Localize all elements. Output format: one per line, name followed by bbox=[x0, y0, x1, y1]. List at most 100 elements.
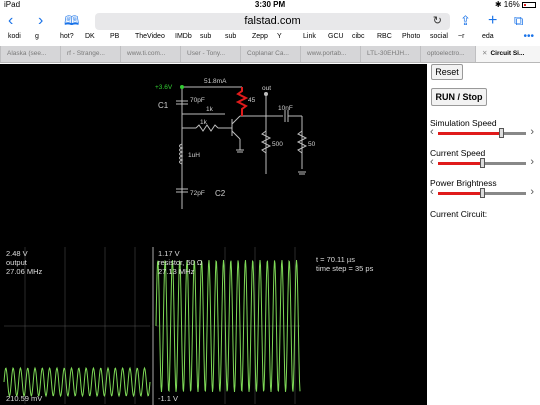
chevron-right-icon[interactable]: › bbox=[530, 125, 534, 139]
reload-icon[interactable]: ↻ bbox=[433, 13, 442, 30]
reset-button[interactable]: Reset bbox=[431, 64, 463, 80]
r3-value: 1k bbox=[200, 119, 208, 126]
scope-resistor[interactable]: 1.17 V resistor, 50 Ω 27.13 MHz -1.1 V bbox=[155, 247, 301, 404]
bookmark-item[interactable]: ~r bbox=[458, 33, 464, 40]
tab-title: www.portab... bbox=[307, 50, 347, 57]
address-bar[interactable]: falstad.com ↻ bbox=[95, 13, 450, 30]
rload1-value: 500 bbox=[272, 141, 283, 148]
bookmark-item[interactable]: kodi bbox=[8, 33, 21, 40]
bookmark-item[interactable]: Y bbox=[277, 33, 282, 40]
bookmark-item[interactable]: Zepp bbox=[252, 33, 268, 40]
bookmark-item[interactable]: social bbox=[430, 33, 448, 40]
bookmark-item[interactable]: Photo bbox=[402, 33, 420, 40]
bookmark-item[interactable]: GCU bbox=[328, 33, 344, 40]
bookmark-item[interactable]: eda bbox=[482, 33, 494, 40]
bookmark-item[interactable]: DK bbox=[85, 33, 95, 40]
out-terminal bbox=[264, 92, 268, 96]
sim-timestep: time step = 35 ps bbox=[316, 264, 374, 273]
circuit-canvas[interactable]: +3.6V 51.8mA C1 70pF 45 1k 1k 1uH 72pF C… bbox=[0, 64, 427, 405]
forward-arrow-icon[interactable]: › bbox=[38, 12, 43, 30]
browser-tab[interactable]: www.ti.com... bbox=[120, 46, 180, 62]
c1-name: C1 bbox=[158, 101, 169, 110]
current-speed-thumb[interactable] bbox=[480, 158, 485, 168]
chevron-right-icon[interactable]: › bbox=[530, 155, 534, 169]
sim-time: t = 70.11 µs bbox=[316, 255, 355, 264]
scope1-top-voltage: 2.48 V bbox=[6, 249, 28, 258]
browser-tab[interactable]: www.portab... bbox=[300, 46, 360, 62]
current-speed-label: Current Speed bbox=[430, 148, 486, 158]
rload2-value: 50 bbox=[308, 141, 316, 148]
bookmark-item[interactable]: RBC bbox=[377, 33, 392, 40]
current-label: 51.8mA bbox=[204, 78, 227, 85]
current-speed-fill bbox=[438, 162, 482, 165]
browser-tab[interactable]: Alaska (see... bbox=[0, 46, 60, 62]
r45-value: 45 bbox=[248, 97, 256, 104]
chevron-left-icon[interactable]: ‹ bbox=[430, 125, 434, 139]
scope2-name: resistor, 50 Ω bbox=[158, 258, 203, 267]
scope-output[interactable]: 2.48 V output 27.06 MHz 210.59 mV bbox=[3, 247, 154, 405]
tab-title: LTL-30EHJH... bbox=[367, 50, 410, 57]
clock: 3:30 PM bbox=[254, 0, 286, 9]
current-speed-slider[interactable]: ‹ › bbox=[430, 155, 534, 169]
chevron-left-icon[interactable]: ‹ bbox=[430, 185, 434, 199]
tab-title: Circuit Si... bbox=[490, 50, 525, 57]
c2-value: 72pF bbox=[190, 190, 205, 197]
bookmark-item[interactable]: PB bbox=[110, 33, 119, 40]
bookmark-item[interactable]: cibc bbox=[352, 33, 364, 40]
inductor-value: 1uH bbox=[188, 152, 200, 159]
battery-status: ✱ 16% bbox=[495, 0, 536, 9]
chevron-right-icon[interactable]: › bbox=[530, 185, 534, 199]
scope1-waveform bbox=[3, 366, 151, 398]
current-circuit-label: Current Circuit: bbox=[430, 209, 488, 219]
c2-name: C2 bbox=[215, 189, 226, 198]
browser-tab-active[interactable]: ✕ Circuit Si... bbox=[475, 46, 540, 62]
more-bookmarks-icon[interactable]: ••• bbox=[523, 31, 534, 42]
scope2-bottom: -1.1 V bbox=[158, 394, 178, 403]
browser-tab[interactable]: LTL-30EHJH... bbox=[360, 46, 420, 62]
close-tab-icon[interactable]: ✕ bbox=[482, 50, 487, 57]
bookmark-item[interactable]: Link bbox=[303, 33, 316, 40]
bookmark-item[interactable]: g bbox=[35, 33, 39, 40]
tabs-overview-icon[interactable]: ⧉ bbox=[514, 12, 523, 30]
tab-title: Coplanar Ca... bbox=[247, 50, 289, 57]
circuit-drawing[interactable]: +3.6V 51.8mA C1 70pF 45 1k 1k 1uH 72pF C… bbox=[0, 64, 427, 405]
tab-title: rf - Strange... bbox=[67, 50, 105, 57]
control-panel: Reset RUN / Stop Simulation Speed ‹ › Cu… bbox=[427, 64, 540, 405]
out-label: out bbox=[262, 85, 271, 92]
bookmark-item[interactable]: sub bbox=[200, 33, 211, 40]
bluetooth-icon: ✱ bbox=[494, 0, 502, 9]
browser-tab[interactable]: Coplanar Ca... bbox=[240, 46, 300, 62]
battery-icon bbox=[522, 1, 536, 8]
share-icon[interactable]: ⇪ bbox=[460, 12, 471, 30]
sim-speed-label: Simulation Speed bbox=[430, 118, 497, 128]
c1-value: 70pF bbox=[190, 97, 205, 104]
sim-speed-thumb[interactable] bbox=[499, 128, 505, 138]
sim-speed-slider[interactable]: ‹ › bbox=[430, 125, 534, 139]
bookmark-item[interactable]: IMDb bbox=[175, 33, 192, 40]
run-stop-button[interactable]: RUN / Stop bbox=[431, 88, 487, 106]
bookmark-item[interactable]: TheVideo bbox=[135, 33, 165, 40]
bookmarks-book-icon[interactable]: 🕮 bbox=[64, 12, 79, 30]
battery-percent: 16% bbox=[503, 0, 520, 9]
r2-value: 1k bbox=[206, 106, 214, 113]
scope2-freq: 27.13 MHz bbox=[158, 267, 195, 276]
browser-tab[interactable]: rf - Strange... bbox=[60, 46, 120, 62]
supply-terminal bbox=[180, 85, 184, 89]
browser-tab[interactable]: optoelectro... bbox=[420, 46, 475, 62]
bookmark-item[interactable]: sub bbox=[225, 33, 236, 40]
tab-bar: Alaska (see... rf - Strange... www.ti.co… bbox=[0, 46, 540, 63]
sim-speed-fill bbox=[438, 132, 502, 135]
scope1-name: output bbox=[6, 258, 28, 267]
power-brightness-thumb[interactable] bbox=[480, 188, 485, 198]
bookmark-item[interactable]: hot? bbox=[60, 33, 74, 40]
browser-tab[interactable]: User - Tony... bbox=[180, 46, 240, 62]
new-tab-plus-icon[interactable]: + bbox=[488, 12, 497, 30]
browser-toolbar: ‹ › 🕮 falstad.com ↻ ⇪ + ⧉ bbox=[0, 10, 540, 32]
supply-label: +3.6V bbox=[155, 84, 173, 91]
resistor-45 bbox=[235, 87, 249, 116]
chevron-left-icon[interactable]: ‹ bbox=[430, 155, 434, 169]
back-arrow-icon[interactable]: ‹ bbox=[8, 12, 13, 30]
scope1-freq: 27.06 MHz bbox=[6, 267, 43, 276]
bookmarks-bar: kodi g hot? DK PB TheVideo IMDb sub sub … bbox=[0, 31, 540, 44]
power-brightness-slider[interactable]: ‹ › bbox=[430, 185, 534, 199]
